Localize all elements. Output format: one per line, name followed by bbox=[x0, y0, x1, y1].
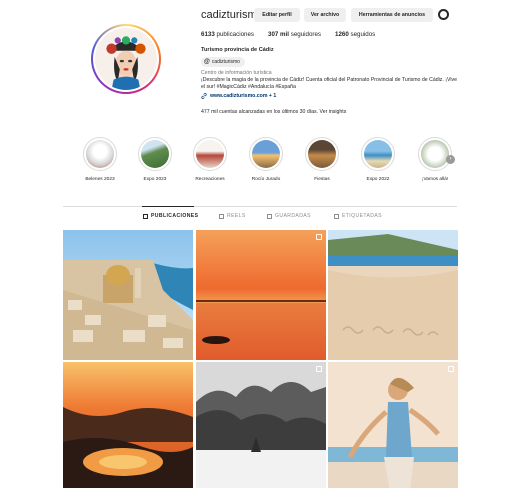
highlight-label: Fiestas bbox=[314, 177, 330, 182]
posts-count: 6133 bbox=[201, 31, 215, 38]
tabs-divider bbox=[63, 206, 457, 207]
highlight-item[interactable]: Rocío Jurado bbox=[244, 137, 288, 182]
followers-count: 307 mil bbox=[268, 31, 289, 38]
link-icon bbox=[201, 93, 207, 99]
profile-bio: ¡Descubre la magia de la provincia de Cá… bbox=[201, 77, 457, 90]
active-tab-indicator bbox=[142, 206, 194, 207]
post-thumbnail[interactable] bbox=[328, 230, 458, 360]
profile-full-name: Turismo provincia de Cádiz bbox=[201, 47, 274, 53]
highlight-label: Rocío Jurado bbox=[251, 177, 281, 182]
post-thumbnail[interactable] bbox=[196, 230, 326, 360]
followers-stat[interactable]: 307 mil seguidores bbox=[268, 31, 321, 38]
gear-icon[interactable] bbox=[438, 9, 449, 20]
profile-category: Centro de información turística bbox=[201, 70, 272, 76]
posts-label: publicaciones bbox=[216, 31, 255, 38]
following-count: 1260 bbox=[335, 31, 349, 38]
profile-stats: 6133 publicaciones 307 mil seguidores 12… bbox=[201, 31, 375, 38]
reels-icon bbox=[219, 213, 224, 219]
highlight-label: Expo 2023 bbox=[143, 177, 167, 182]
highlight-label: ¡Vamos allá! bbox=[421, 177, 449, 182]
tag-icon bbox=[334, 213, 339, 219]
chevron-right-icon[interactable]: › bbox=[446, 155, 455, 164]
threads-badge[interactable]: @ cadizturismo bbox=[201, 57, 245, 67]
ad-tools-button[interactable]: Herramientas de anuncios bbox=[351, 8, 433, 22]
highlight-item[interactable]: Expo 2023 bbox=[133, 137, 177, 182]
profile-insights[interactable]: 477 mil cuentas alcanzadas en los último… bbox=[201, 109, 346, 115]
grid-icon bbox=[143, 213, 148, 219]
highlight-label: Recreaciones bbox=[195, 177, 225, 182]
post-thumbnail[interactable] bbox=[328, 362, 458, 488]
carousel-icon bbox=[316, 366, 322, 372]
tab-tagged-label: ETIQUETADAS bbox=[342, 213, 382, 219]
tab-reels[interactable]: REELS bbox=[219, 213, 246, 219]
highlight-label: Expo 2022 bbox=[366, 177, 390, 182]
carousel-icon bbox=[316, 234, 322, 240]
highlight-item[interactable]: Expo 2022 bbox=[356, 137, 400, 182]
post-thumbnail[interactable] bbox=[63, 362, 193, 488]
post-thumbnail[interactable] bbox=[196, 362, 326, 488]
highlight-label: Belenes 2023 bbox=[85, 177, 115, 182]
edit-profile-button[interactable]: Editar perfil bbox=[254, 8, 300, 22]
highlight-item[interactable]: Recreaciones bbox=[188, 137, 232, 182]
profile-link-text: www.cadizturismo.com + 1 bbox=[210, 93, 277, 99]
tab-saved[interactable]: GUARDADAS bbox=[267, 213, 311, 219]
posts-stat: 6133 publicaciones bbox=[201, 31, 254, 38]
bookmark-icon bbox=[267, 213, 272, 219]
view-archive-button[interactable]: Ver archivo bbox=[304, 8, 346, 22]
following-stat[interactable]: 1260 seguidos bbox=[335, 31, 375, 38]
threads-handle: cadizturismo bbox=[211, 59, 240, 65]
followers-label: seguidores bbox=[290, 31, 321, 38]
threads-icon: @ bbox=[204, 59, 210, 65]
carousel-icon bbox=[448, 366, 454, 372]
tab-tagged[interactable]: ETIQUETADAS bbox=[334, 213, 382, 219]
post-thumbnail[interactable] bbox=[63, 230, 193, 360]
following-label: seguidos bbox=[350, 31, 376, 38]
highlight-item[interactable]: Belenes 2023 bbox=[78, 137, 122, 182]
profile-avatar[interactable] bbox=[91, 24, 161, 94]
profile-link[interactable]: www.cadizturismo.com + 1 bbox=[201, 93, 276, 99]
tab-reels-label: REELS bbox=[227, 213, 246, 219]
tab-posts-label: PUBLICACIONES bbox=[151, 213, 199, 219]
tab-posts[interactable]: PUBLICACIONES bbox=[143, 213, 198, 219]
tab-saved-label: GUARDADAS bbox=[275, 213, 311, 219]
highlight-item[interactable]: Fiestas bbox=[300, 137, 344, 182]
